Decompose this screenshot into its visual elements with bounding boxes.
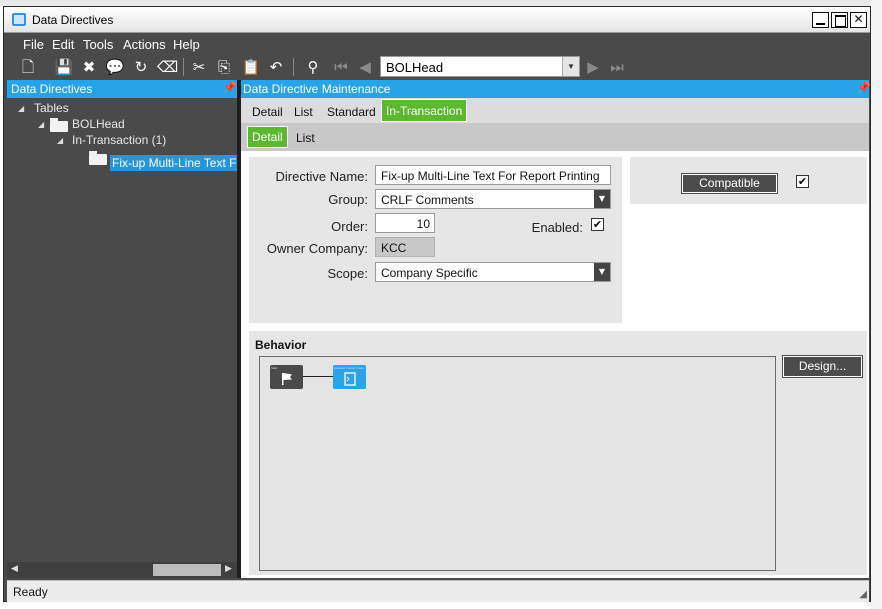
order-label: Order: <box>331 219 368 234</box>
delete-icon[interactable]: ✖ <box>79 57 99 77</box>
window-title: Data Directives <box>32 13 114 27</box>
copy-icon[interactable]: ⎘ <box>214 57 234 77</box>
flag-icon <box>282 373 292 385</box>
paste-icon[interactable]: 📋 <box>241 57 261 77</box>
cut-icon[interactable]: ✂ <box>189 57 209 77</box>
compatible-checkbox[interactable]: ✔ <box>796 175 809 188</box>
compatible-button[interactable]: Compatible <box>681 173 778 194</box>
minimize-button[interactable] <box>812 12 829 28</box>
resize-grip-icon[interactable]: ◢ <box>859 589 867 600</box>
scroll-right-icon[interactable]: ▶ <box>225 564 232 574</box>
order-field[interactable]: 10 <box>375 213 435 233</box>
folder-icon <box>89 151 107 165</box>
app-icon <box>12 13 26 26</box>
right-panel-header: Data Directive Maintenance 📌 <box>241 80 871 98</box>
workflow-connector <box>303 376 333 377</box>
tab-detail[interactable]: Detail <box>252 105 283 119</box>
tree-node-directive: Fix-up Multi-Line Text For Report Printi… <box>112 156 237 170</box>
directive-form: Directive Name: Fix-up Multi-Line Text F… <box>249 157 622 323</box>
clear-icon[interactable]: ⌫ <box>157 57 178 77</box>
table-selector-value: BOLHead <box>386 60 444 75</box>
app-window: Data Directives ✕ File Edit Tools Action… <box>3 6 871 602</box>
right-panel-title: Data Directive Maintenance <box>243 82 391 96</box>
start-node[interactable]: Start <box>270 365 303 389</box>
menu-tools[interactable]: Tools <box>83 37 113 52</box>
owner-company-field: KCC <box>375 237 435 257</box>
folder-icon <box>50 118 68 132</box>
scrollbar-thumb[interactable] <box>153 564 221 576</box>
main-tab-strip: Detail List Standard In-Transaction <box>241 98 869 123</box>
pin-icon[interactable]: 📌 <box>857 81 871 94</box>
scope-select[interactable]: Company Specific ▼ <box>375 262 611 282</box>
toolbar: 🗋 💾 ✖ 💬 ↻ ⌫ ✂ ⎘ 📋 ↶ ⚲ ⏮ ◀ BOLHead ▼ ▶ ⏭ <box>4 55 870 79</box>
group-select[interactable]: CRLF Comments ▼ <box>375 189 611 209</box>
tree-panel: ◢ Tables ◢ BOLHead ◢ In-Transaction (1) … <box>7 98 237 578</box>
save-icon[interactable]: 💾 <box>54 57 74 77</box>
status-text: Ready <box>13 585 48 599</box>
previous-record-icon[interactable]: ◀ <box>355 57 375 77</box>
maximize-button[interactable] <box>831 12 848 28</box>
collapse-icon[interactable]: ◢ <box>18 104 24 113</box>
collapse-icon[interactable]: ◢ <box>57 136 63 145</box>
design-button[interactable]: Design... <box>782 355 863 378</box>
chevron-down-icon[interactable]: ▼ <box>562 57 579 76</box>
toolbar-separator <box>183 58 184 76</box>
detail-content: Directive Name: Fix-up Multi-Line Text F… <box>241 151 869 578</box>
tab-list[interactable]: List <box>294 105 313 119</box>
subtab-detail[interactable]: Detail <box>247 126 288 148</box>
directive-name-label: Directive Name: <box>275 169 368 184</box>
workflow-canvas[interactable]: Start Execute Custom Code <box>259 356 776 571</box>
undo-icon[interactable]: ↶ <box>266 57 286 77</box>
group-value: CRLF Comments <box>381 193 474 207</box>
tree-node-in-transaction[interactable]: In-Transaction (1) <box>72 133 166 147</box>
subtab-list[interactable]: List <box>296 131 315 145</box>
tree-node-tables[interactable]: Tables <box>34 101 69 115</box>
menu-help[interactable]: Help <box>173 37 200 52</box>
left-panel-header: Data Directives 📌 <box>7 80 237 98</box>
scope-label: Scope: <box>327 266 368 281</box>
enabled-label: Enabled: <box>531 220 583 235</box>
enabled-checkbox[interactable]: ✔ <box>591 218 604 231</box>
pin-icon[interactable]: 📌 <box>223 81 237 94</box>
menu-edit[interactable]: Edit <box>52 37 74 52</box>
owner-company-label: Owner Company: <box>266 241 368 256</box>
tree-node-bolhead[interactable]: BOLHead <box>72 117 125 131</box>
title-bar[interactable]: Data Directives ✕ <box>4 7 870 33</box>
table-selector-combo[interactable]: BOLHead ▼ <box>380 56 580 77</box>
behavior-panel: Behavior Start Execute Custom Code Desig… <box>249 331 867 575</box>
tree-node-selected[interactable]: Fix-up Multi-Line Text For Report Printi… <box>110 155 237 171</box>
sub-tab-strip: Detail List <box>241 123 869 151</box>
document-icon <box>344 372 356 386</box>
menu-bar: File Edit Tools Actions Help <box>4 33 870 55</box>
close-button[interactable]: ✕ <box>850 12 867 28</box>
tab-standard[interactable]: Standard <box>327 105 376 119</box>
menu-file[interactable]: File <box>23 37 44 52</box>
scope-value: Company Specific <box>381 266 478 280</box>
next-record-icon[interactable]: ▶ <box>583 57 603 77</box>
compatibility-panel: Compatible ✔ <box>630 157 867 204</box>
collapse-icon[interactable]: ◢ <box>38 120 44 129</box>
tab-in-transaction[interactable]: In-Transaction <box>381 99 468 122</box>
search-binoculars-icon[interactable]: ⚲ <box>303 57 323 77</box>
new-icon[interactable]: 🗋 <box>18 57 38 77</box>
horizontal-scrollbar[interactable]: ◀ ▶ <box>7 562 237 578</box>
chevron-down-icon[interactable]: ▼ <box>594 190 610 208</box>
status-bar: Ready ◢ <box>7 580 869 602</box>
behavior-label: Behavior <box>255 338 307 352</box>
chevron-down-icon[interactable]: ▼ <box>594 263 610 281</box>
directive-name-field[interactable]: Fix-up Multi-Line Text For Report Printi… <box>375 165 611 185</box>
custom-code-node[interactable]: Execute Custom Code <box>333 365 366 389</box>
refresh-icon[interactable]: ↻ <box>131 57 151 77</box>
menu-actions[interactable]: Actions <box>123 37 166 52</box>
scroll-left-icon[interactable]: ◀ <box>11 564 18 574</box>
background-desktop-edge <box>870 0 882 609</box>
toolbar-separator <box>293 58 294 76</box>
group-label: Group: <box>328 192 368 207</box>
left-panel-title: Data Directives <box>11 82 93 96</box>
first-record-icon[interactable]: ⏮ <box>331 57 351 77</box>
comment-icon[interactable]: 💬 <box>105 57 125 77</box>
last-record-icon[interactable]: ⏭ <box>607 57 627 77</box>
